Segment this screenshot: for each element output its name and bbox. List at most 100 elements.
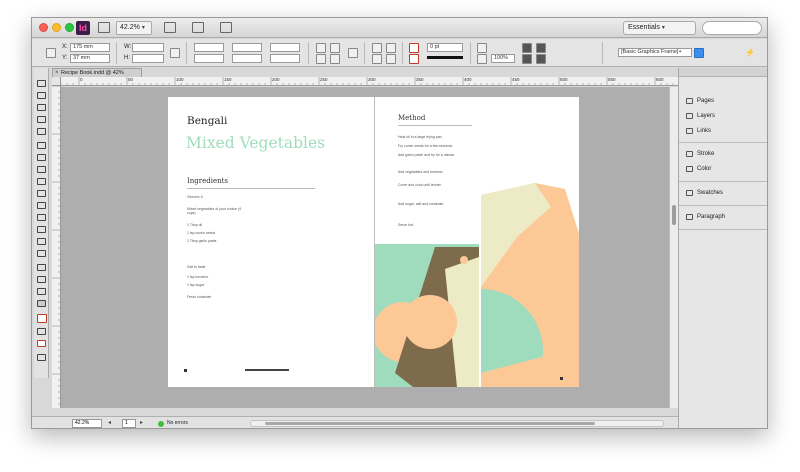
horizontal-scrollbar[interactable] xyxy=(250,420,664,427)
effects-icon[interactable] xyxy=(477,43,487,53)
panel-swatches[interactable]: Swatches xyxy=(679,186,767,201)
horizontal-scroll-thumb[interactable] xyxy=(265,422,595,425)
flip-horizontal-icon[interactable] xyxy=(316,54,326,64)
fit-frame-icon[interactable] xyxy=(536,43,546,53)
rectangle-frame-tool-icon[interactable] xyxy=(37,190,46,197)
ingredient-item: 1 Tbsp garlic paste xyxy=(187,239,217,243)
prev-page-icon[interactable]: ◂ xyxy=(108,419,111,426)
apply-color-icon[interactable] xyxy=(37,328,46,335)
preflight-status[interactable]: No errors xyxy=(167,420,188,426)
rotate-cw-icon[interactable] xyxy=(316,43,326,53)
vertical-ruler[interactable] xyxy=(52,86,61,408)
direct-selection-tool-icon[interactable] xyxy=(37,92,46,99)
hand-tool-icon[interactable] xyxy=(37,288,46,295)
shear-angle-field[interactable] xyxy=(270,54,300,63)
rectangle-tool-icon[interactable] xyxy=(37,202,46,209)
search-input[interactable] xyxy=(702,21,762,35)
dock-header[interactable] xyxy=(679,68,767,77)
stroke-swatch[interactable] xyxy=(409,54,419,64)
rotate-field[interactable] xyxy=(232,43,262,52)
pen-tool-icon[interactable] xyxy=(37,166,46,173)
minimize-window-button[interactable] xyxy=(52,23,61,32)
lightning-icon[interactable]: ⚡ xyxy=(745,48,755,57)
free-transform-tool-icon[interactable] xyxy=(37,226,46,233)
apply-none-icon[interactable] xyxy=(37,340,46,347)
zoom-window-button[interactable] xyxy=(65,23,74,32)
width-field[interactable] xyxy=(132,43,164,52)
opacity-field[interactable]: 100% xyxy=(491,54,515,63)
x-field[interactable]: 175 mm xyxy=(70,43,110,52)
gradient-feather-tool-icon[interactable] xyxy=(37,250,46,257)
vertical-scrollbar[interactable] xyxy=(669,87,678,408)
close-window-button[interactable] xyxy=(39,23,48,32)
panel-label: Links xyxy=(697,128,712,134)
reference-point-icon[interactable] xyxy=(46,48,56,58)
type-tool-icon[interactable] xyxy=(37,142,46,149)
screen-mode-tool-icon[interactable] xyxy=(37,354,46,361)
color-icon xyxy=(686,166,693,172)
eyedropper-tool-icon[interactable] xyxy=(37,276,46,283)
pencil-tool-icon[interactable] xyxy=(37,178,46,185)
indesign-window: Id 42.2% ▾ Essentials ▾ X: 175 mm Y: 37 … xyxy=(31,17,768,429)
pasteboard[interactable]: Bengali Mixed Vegetables Ingredients Ser… xyxy=(61,87,669,408)
ingredient-item: Salt to taste xyxy=(187,265,206,269)
panel-pages[interactable]: Pages xyxy=(679,94,767,109)
panel-paragraph[interactable]: Paragraph xyxy=(679,210,767,225)
height-field[interactable] xyxy=(132,54,164,63)
workspace-switcher[interactable]: Essentials ▾ xyxy=(623,21,696,35)
gradient-swatch-tool-icon[interactable] xyxy=(37,238,46,245)
constrain-proportions-icon[interactable] xyxy=(170,48,180,58)
select-container-icon[interactable] xyxy=(372,43,382,53)
scissors-tool-icon[interactable] xyxy=(37,214,46,221)
screen-mode-icon[interactable] xyxy=(192,22,204,33)
select-content-icon[interactable] xyxy=(386,43,396,53)
horizontal-ruler[interactable]: 0 50 100 150 200 250 300 350 400 450 500 550 600 xyxy=(61,77,678,86)
status-zoom-field[interactable]: 42.2% xyxy=(72,419,102,428)
page-tool-icon[interactable] xyxy=(37,104,46,111)
left-page[interactable]: Bengali Mixed Vegetables Ingredients Ser… xyxy=(168,97,374,387)
shear-field[interactable] xyxy=(232,54,262,63)
panel-layers[interactable]: Layers xyxy=(679,109,767,124)
note-tool-icon[interactable] xyxy=(37,264,46,271)
object-style-dropdown[interactable]: [Basic Graphics Frame]+ xyxy=(618,48,692,57)
rotate-ccw-icon[interactable] xyxy=(330,43,340,53)
paragraph-icon xyxy=(686,214,693,220)
ruler-origin[interactable] xyxy=(52,77,61,86)
selection-tool-icon[interactable] xyxy=(37,80,46,87)
panel-links[interactable]: Links xyxy=(679,124,767,139)
fit-content-icon[interactable] xyxy=(522,43,532,53)
object-style-menu-button[interactable] xyxy=(694,48,704,58)
next-page-icon[interactable]: ▸ xyxy=(140,419,143,426)
flip-vertical-icon[interactable] xyxy=(330,54,340,64)
gap-tool-icon[interactable] xyxy=(37,116,46,123)
fill-stroke-swatch[interactable] xyxy=(37,314,47,323)
rotation-angle-field[interactable] xyxy=(270,43,300,52)
select-next-icon[interactable] xyxy=(386,54,396,64)
select-previous-icon[interactable] xyxy=(372,54,382,64)
fill-frame-icon[interactable] xyxy=(522,54,532,64)
right-page[interactable]: Method Heat oil in a large frying pan. F… xyxy=(374,97,579,387)
stroke-weight-field[interactable]: 0 pt xyxy=(427,43,463,52)
panel-stroke[interactable]: Stroke xyxy=(679,147,767,162)
vertical-scroll-thumb[interactable] xyxy=(672,205,676,225)
page-number-field[interactable]: 1 xyxy=(122,419,136,428)
scale-y-field[interactable] xyxy=(194,54,224,63)
pages-icon xyxy=(686,98,693,104)
view-options-icon[interactable] xyxy=(164,22,176,33)
opacity-icon[interactable] xyxy=(477,54,487,64)
scale-x-field[interactable] xyxy=(194,43,224,52)
p-icon[interactable] xyxy=(348,48,358,58)
center-content-icon[interactable] xyxy=(536,54,546,64)
bridge-icon[interactable] xyxy=(98,22,110,33)
ruler-number: 400 xyxy=(464,77,472,82)
zoom-tool-icon[interactable] xyxy=(37,300,46,307)
line-tool-icon[interactable] xyxy=(37,154,46,161)
fill-swatch[interactable] xyxy=(409,43,419,53)
zoom-level-dropdown[interactable]: 42.2% ▾ xyxy=(116,21,152,35)
y-field[interactable]: 37 mm xyxy=(70,54,110,63)
vegetable-illustration xyxy=(375,183,579,387)
arrange-documents-icon[interactable] xyxy=(220,22,232,33)
content-collector-icon[interactable] xyxy=(37,128,46,135)
panel-color[interactable]: Color xyxy=(679,162,767,177)
stroke-type-selector[interactable] xyxy=(427,56,463,59)
